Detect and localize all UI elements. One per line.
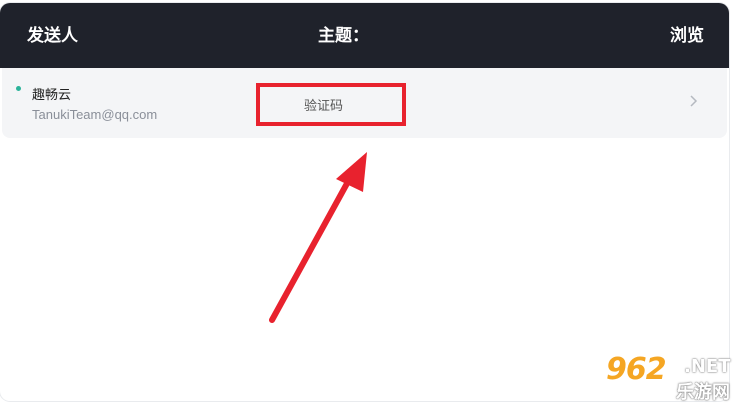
watermark-number: 962 [606, 352, 667, 387]
header-sender: 发送人 [27, 26, 78, 46]
header-view: 浏览 [670, 26, 704, 46]
chevron-right-icon[interactable] [686, 94, 700, 108]
unread-dot-icon [16, 86, 21, 91]
mail-list-header: 发送人 主题： 浏览 [0, 3, 729, 68]
mail-row[interactable]: 趣畅云 TanukiTeam@qq.com 验证码 [2, 68, 727, 138]
header-subject: 主题： [318, 26, 369, 46]
sender-name: 趣畅云 [32, 88, 72, 103]
mail-list-panel: 发送人 主题： 浏览 趣畅云 TanukiTeam@qq.com 验证码 [0, 3, 729, 401]
sender-email: TanukiTeam@qq.com [32, 107, 158, 122]
watermark-site: 乐游网 [676, 382, 730, 403]
mail-subject[interactable]: 验证码 [304, 95, 343, 114]
watermark-suffix: .NET [684, 356, 731, 377]
site-watermark: 962 .NET 乐游网 [606, 352, 742, 403]
